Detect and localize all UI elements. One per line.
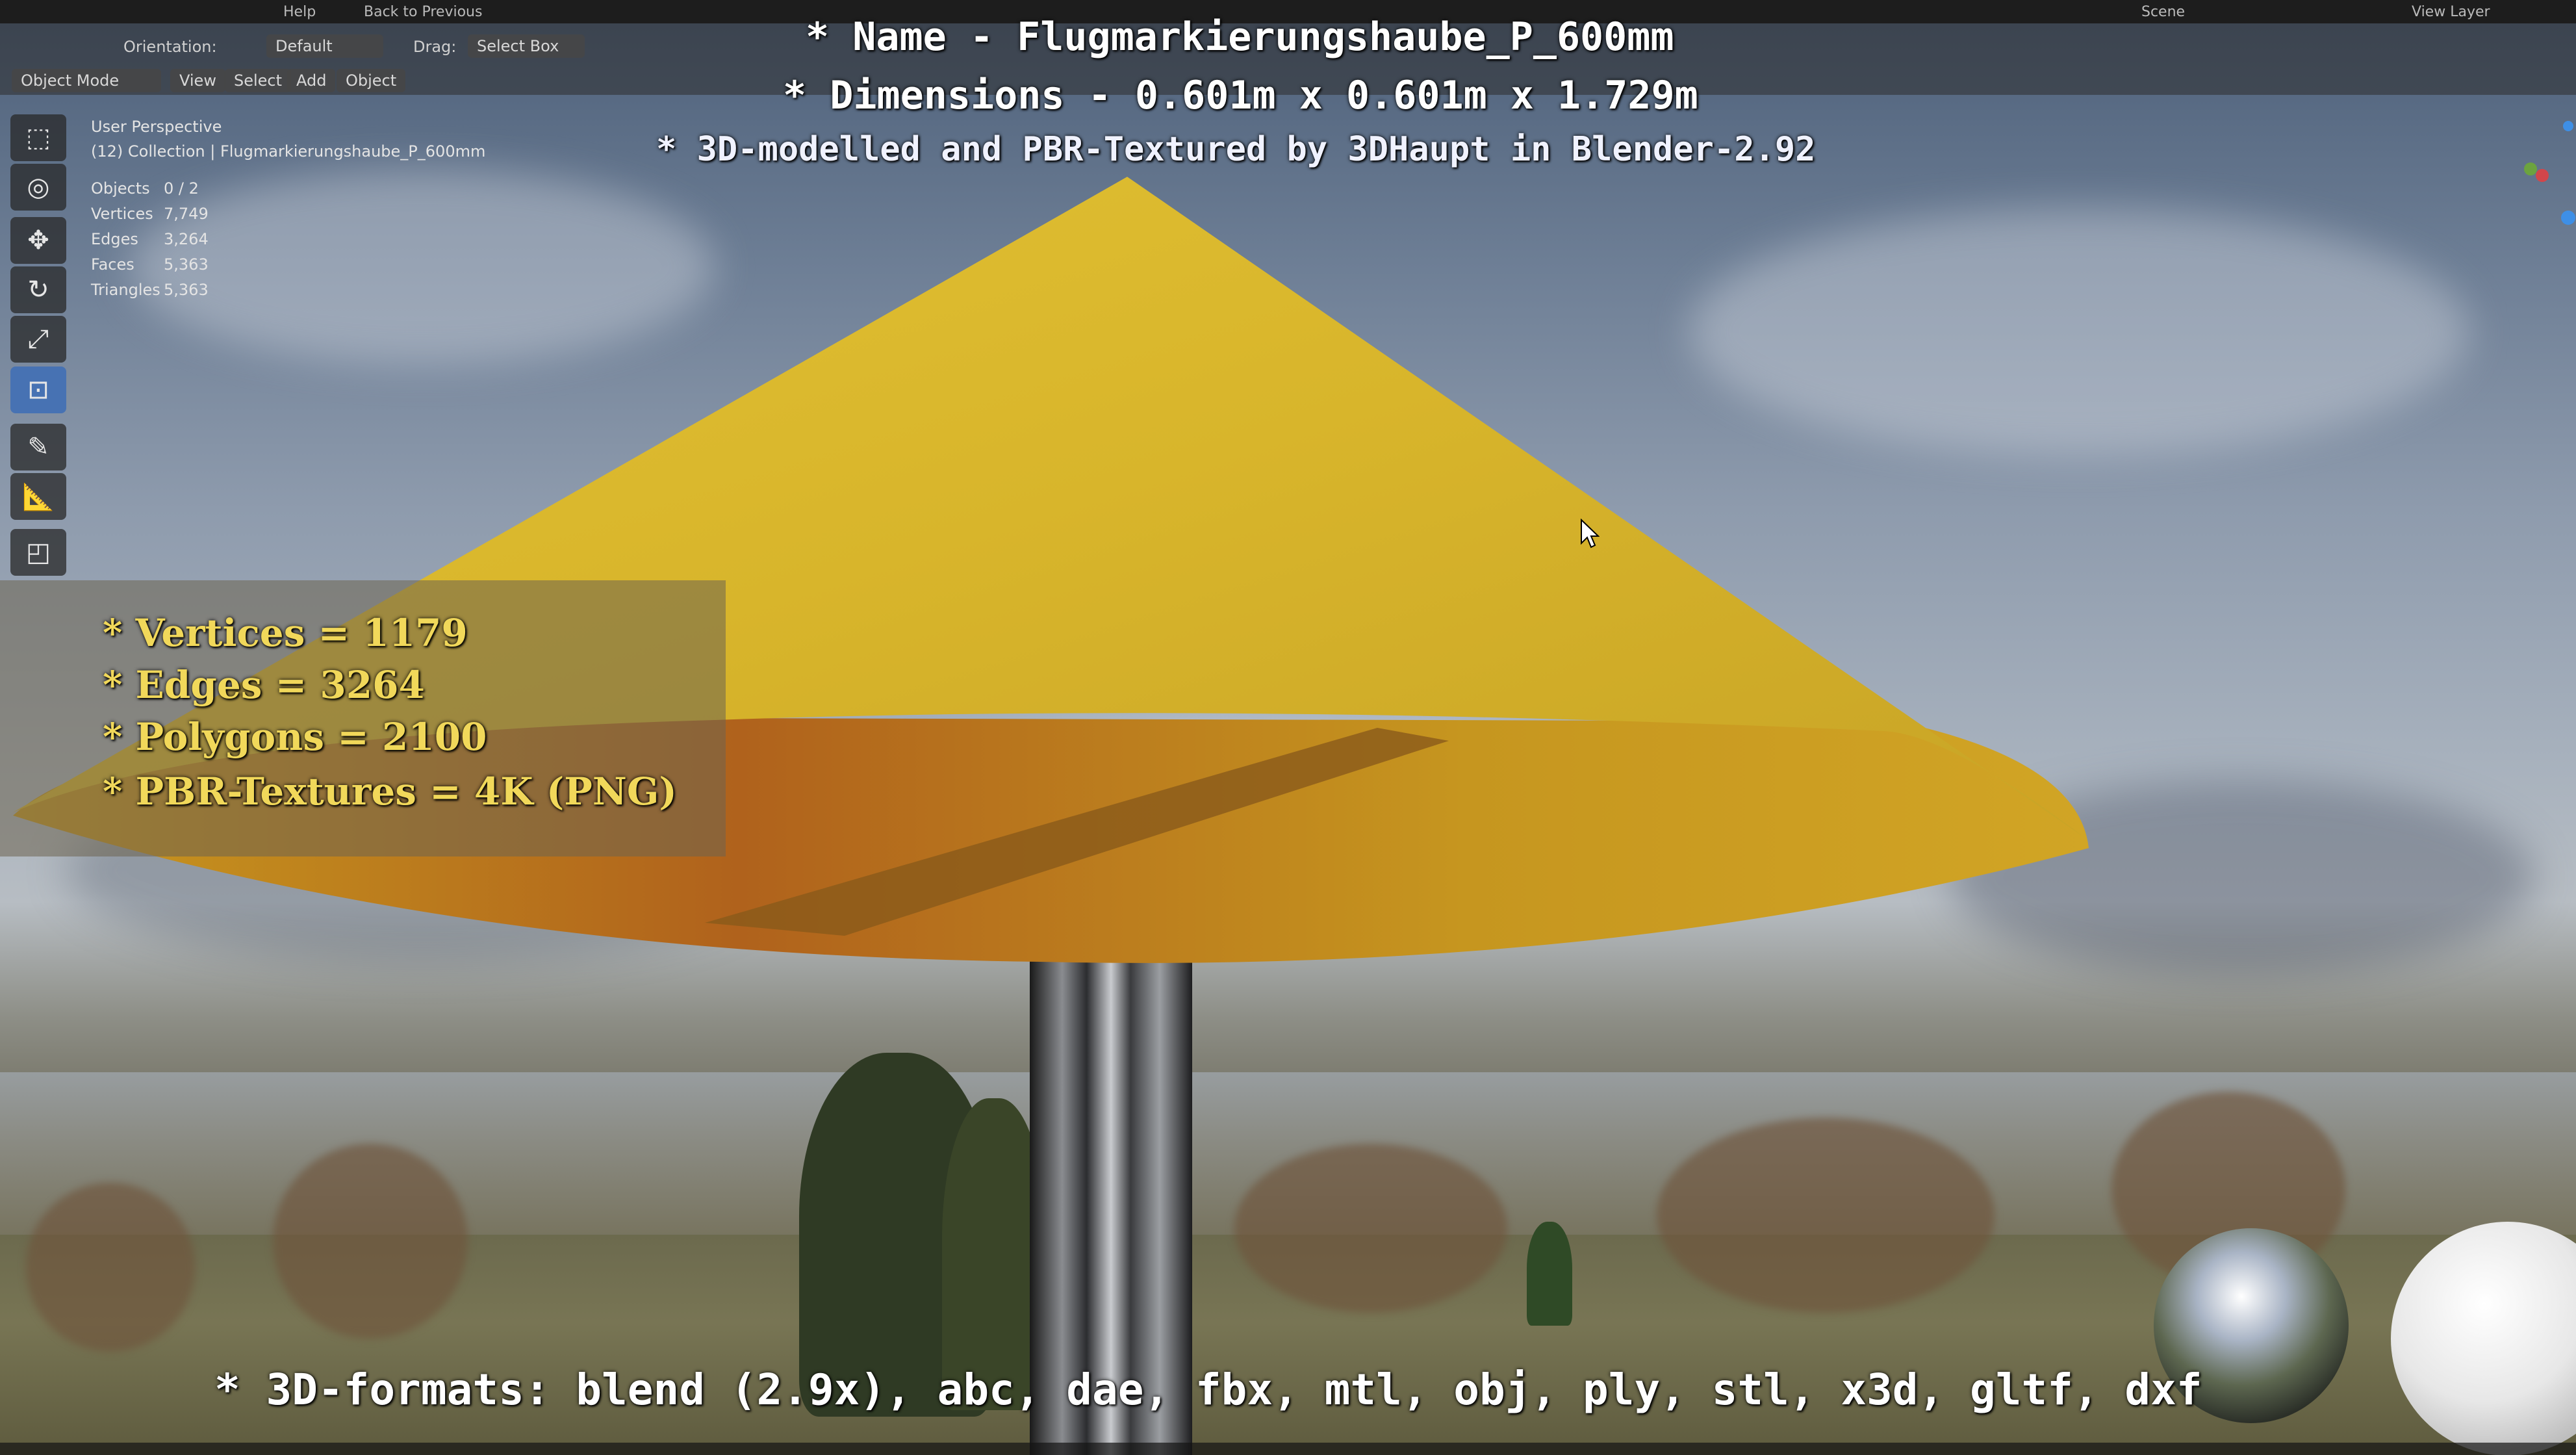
- add-cube-icon[interactable]: ◰: [10, 529, 66, 576]
- stat-value: 7,749: [164, 205, 209, 223]
- viewport-info: User Perspective (12) Collection | Flugm…: [91, 114, 485, 164]
- status-bar: [0, 1443, 2576, 1455]
- view-layer-label[interactable]: View Layer: [2412, 4, 2490, 20]
- menu-select[interactable]: Select: [225, 69, 292, 92]
- matte-sphere: [2391, 1222, 2576, 1455]
- menu-help[interactable]: Help: [283, 4, 316, 20]
- stat-value: 3,264: [164, 230, 209, 248]
- back-to-previous-button[interactable]: Back to Previous: [364, 4, 482, 20]
- stat-value: 5,363: [164, 281, 209, 299]
- stat-label: Vertices: [91, 205, 153, 223]
- scale-icon[interactable]: ⤢: [10, 316, 66, 363]
- perspective-label: User Perspective: [91, 118, 222, 136]
- stat-value: 0 / 2: [164, 179, 199, 198]
- transform-icon[interactable]: ⊡: [10, 367, 66, 413]
- scene-label[interactable]: Scene: [2141, 4, 2185, 20]
- polygons-line: * Polygons = 2100: [103, 715, 487, 759]
- menu-add[interactable]: Add: [287, 69, 336, 92]
- measure-icon[interactable]: 📐: [10, 473, 66, 520]
- mode-dropdown[interactable]: Object Mode: [12, 69, 161, 92]
- stat-label: Faces: [91, 255, 134, 274]
- move-icon[interactable]: ✥: [10, 217, 66, 264]
- edges-line: * Edges = 3264: [103, 663, 425, 707]
- stat-label: Edges: [91, 230, 138, 248]
- annotate-icon[interactable]: ✎: [10, 424, 66, 470]
- overlay-dimensions-line: * Dimensions - 0.601m x 0.601m x 1.729m: [783, 73, 1698, 118]
- mouse-cursor-icon: [1581, 519, 1600, 548]
- drag-dropdown[interactable]: Select Box: [468, 34, 585, 58]
- collection-label: (12) Collection | Flugmarkierungshaube_P…: [91, 142, 486, 161]
- vertices-line: * Vertices = 1179: [103, 611, 468, 655]
- drag-label: Drag:: [413, 38, 457, 56]
- stat-label: Objects: [91, 179, 150, 198]
- menu-view[interactable]: View: [170, 69, 225, 92]
- menu-object[interactable]: Object: [337, 69, 406, 92]
- textures-line: * PBR-Textures = 4K (PNG): [103, 769, 677, 814]
- orientation-dropdown[interactable]: Default: [266, 34, 383, 58]
- tool-shelf: ⬚ ◎ ✥ ↻ ⤢ ⊡ ✎ 📐 ◰: [10, 114, 66, 582]
- select-box-icon[interactable]: ⬚: [10, 114, 66, 161]
- stat-label: Triangles: [91, 281, 160, 299]
- formats-line: * 3D-formats: blend (2.9x), abc, dae, fb…: [214, 1365, 2202, 1415]
- rotate-icon[interactable]: ↻: [10, 266, 66, 313]
- cursor-icon[interactable]: ◎: [10, 164, 66, 211]
- orientation-label: Orientation:: [123, 38, 217, 56]
- overlay-name-line: * Name - Flugmarkierungshaube_P_600mm: [806, 14, 1674, 60]
- overlay-credit-line: * 3D-modelled and PBR-Textured by 3DHaup…: [656, 130, 1816, 169]
- navigation-gizmo[interactable]: [2518, 110, 2576, 240]
- stat-value: 5,363: [164, 255, 209, 274]
